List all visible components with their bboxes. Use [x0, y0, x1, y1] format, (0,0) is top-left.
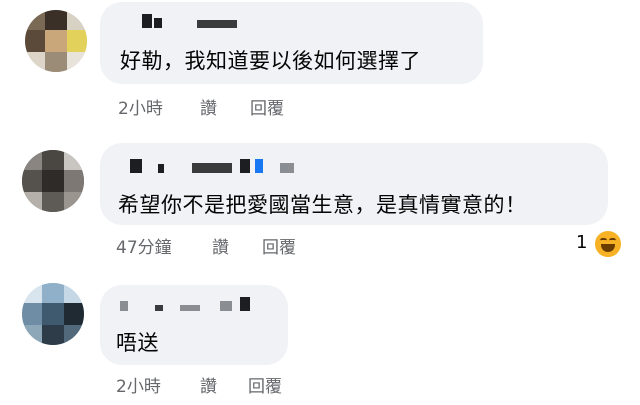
author-name-redacted[interactable] [130, 159, 320, 173]
comment-bubble: 希望你不是把愛國當生意，是真情實意的！ [100, 143, 608, 225]
haha-emoji-icon[interactable] [593, 229, 623, 259]
reply-button[interactable]: 回覆 [248, 372, 282, 397]
timestamp[interactable]: 2小時 [116, 372, 161, 397]
reply-button[interactable]: 回覆 [250, 94, 284, 119]
comment-bubble: 好勒，我知道要以後如何選擇了 [100, 2, 483, 84]
author-name-redacted[interactable] [142, 14, 242, 28]
like-button[interactable]: 讚 [200, 94, 217, 119]
timestamp[interactable]: 2小時 [118, 94, 163, 119]
avatar[interactable] [25, 10, 87, 72]
comment-bubble: 唔送 [100, 285, 288, 365]
comment-text: 唔送 [116, 331, 159, 355]
avatar[interactable] [22, 150, 84, 212]
comment-1: 好勒，我知道要以後如何選擇了 2小時 讚 回覆 [0, 0, 640, 135]
comment-text: 好勒，我知道要以後如何選擇了 [120, 49, 421, 73]
avatar[interactable] [22, 283, 84, 345]
comment-2: 希望你不是把愛國當生意，是真情實意的！ 47分鐘 讚 回覆 1 [0, 135, 640, 275]
reaction-count[interactable]: 1 [576, 232, 587, 253]
comment-3: 唔送 2小時 讚 回覆 [0, 275, 640, 405]
comment-thread: 好勒，我知道要以後如何選擇了 2小時 讚 回覆 希望你不是把愛國當生意，是真情實… [0, 0, 640, 405]
comment-text: 希望你不是把愛國當生意，是真情實意的！ [118, 193, 527, 217]
like-button[interactable]: 讚 [200, 372, 217, 397]
timestamp[interactable]: 47分鐘 [116, 233, 172, 258]
reply-button[interactable]: 回覆 [262, 233, 296, 258]
like-button[interactable]: 讚 [212, 233, 229, 258]
author-name-redacted[interactable] [120, 297, 260, 311]
